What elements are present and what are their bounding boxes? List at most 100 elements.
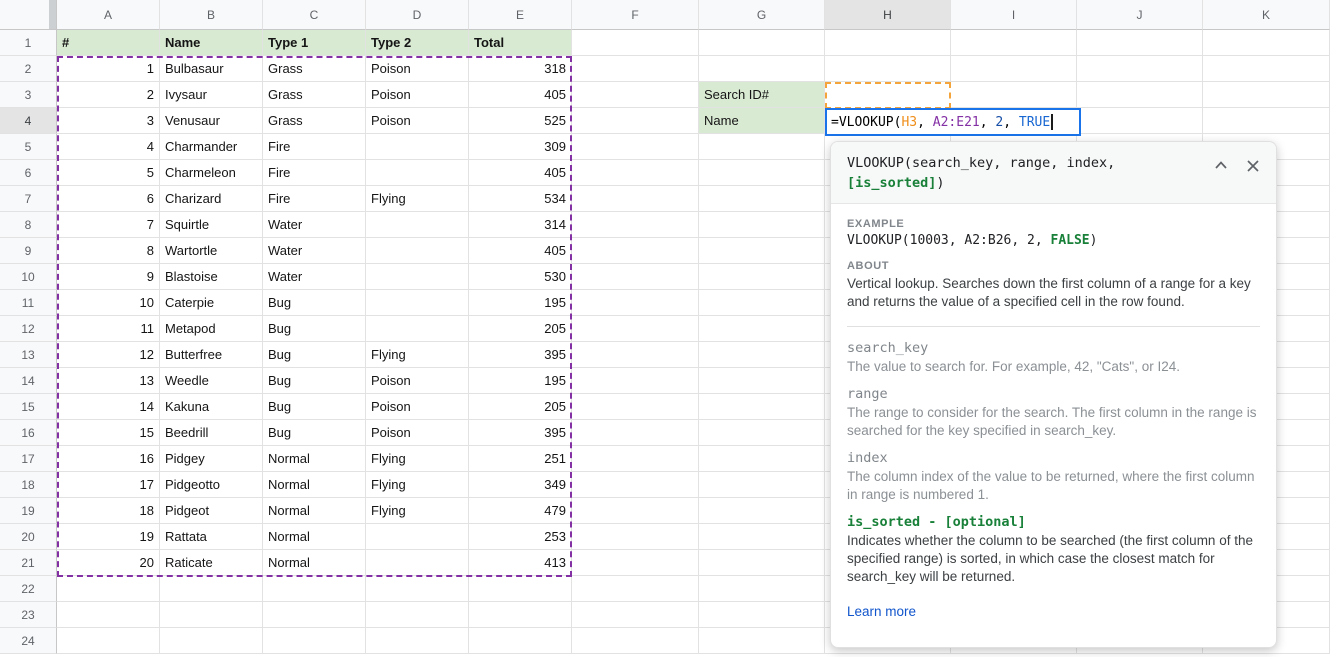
cell-D14[interactable]: Poison (366, 368, 469, 394)
row-header-3[interactable]: 3 (0, 82, 57, 108)
row-header-15[interactable]: 15 (0, 394, 57, 420)
cell-C15[interactable]: Bug (263, 394, 366, 420)
cell-A9[interactable]: 8 (57, 238, 160, 264)
cell-B5[interactable]: Charmander (160, 134, 263, 160)
cell-D18[interactable]: Flying (366, 472, 469, 498)
cell-A2[interactable]: 1 (57, 56, 160, 82)
row-header-14[interactable]: 14 (0, 368, 57, 394)
cell-F22[interactable] (572, 576, 699, 602)
cell-E2[interactable]: 318 (469, 56, 572, 82)
cell-G4[interactable]: Name (699, 108, 825, 134)
cell-B12[interactable]: Metapod (160, 316, 263, 342)
cell-E3[interactable]: 405 (469, 82, 572, 108)
cell-F4[interactable] (572, 108, 699, 134)
cell-F21[interactable] (572, 550, 699, 576)
cell-D1[interactable]: Type 2 (366, 30, 469, 56)
cell-E8[interactable]: 314 (469, 212, 572, 238)
cell-K1[interactable] (1203, 30, 1330, 56)
cell-F9[interactable] (572, 238, 699, 264)
cell-B22[interactable] (160, 576, 263, 602)
cell-B15[interactable]: Kakuna (160, 394, 263, 420)
cell-B16[interactable]: Beedrill (160, 420, 263, 446)
cell-G19[interactable] (699, 498, 825, 524)
cell-C14[interactable]: Bug (263, 368, 366, 394)
cell-G16[interactable] (699, 420, 825, 446)
cell-E14[interactable]: 195 (469, 368, 572, 394)
cell-F17[interactable] (572, 446, 699, 472)
cell-A18[interactable]: 17 (57, 472, 160, 498)
cell-D22[interactable] (366, 576, 469, 602)
row-header-5[interactable]: 5 (0, 134, 57, 160)
column-header-K[interactable]: K (1203, 0, 1330, 30)
cell-H1[interactable] (825, 30, 951, 56)
cell-C10[interactable]: Water (263, 264, 366, 290)
cell-G15[interactable] (699, 394, 825, 420)
cell-B19[interactable]: Pidgeot (160, 498, 263, 524)
cell-A22[interactable] (57, 576, 160, 602)
cell-A10[interactable]: 9 (57, 264, 160, 290)
cell-D20[interactable] (366, 524, 469, 550)
cell-B24[interactable] (160, 628, 263, 654)
cell-F10[interactable] (572, 264, 699, 290)
cell-C17[interactable]: Normal (263, 446, 366, 472)
cell-C7[interactable]: Fire (263, 186, 366, 212)
cell-D23[interactable] (366, 602, 469, 628)
cell-F2[interactable] (572, 56, 699, 82)
cell-D16[interactable]: Poison (366, 420, 469, 446)
cell-G1[interactable] (699, 30, 825, 56)
cell-E21[interactable]: 413 (469, 550, 572, 576)
row-header-20[interactable]: 20 (0, 524, 57, 550)
cell-A6[interactable]: 5 (57, 160, 160, 186)
cell-G20[interactable] (699, 524, 825, 550)
cell-G21[interactable] (699, 550, 825, 576)
cell-E23[interactable] (469, 602, 572, 628)
cell-C12[interactable]: Bug (263, 316, 366, 342)
cell-D11[interactable] (366, 290, 469, 316)
cell-G3[interactable]: Search ID# (699, 82, 825, 108)
cell-D12[interactable] (366, 316, 469, 342)
cell-F8[interactable] (572, 212, 699, 238)
cell-A11[interactable]: 10 (57, 290, 160, 316)
cell-D4[interactable]: Poison (366, 108, 469, 134)
cell-E7[interactable]: 534 (469, 186, 572, 212)
cell-D8[interactable] (366, 212, 469, 238)
cell-A1[interactable]: # (57, 30, 160, 56)
select-all-corner[interactable] (0, 0, 57, 30)
cell-D2[interactable]: Poison (366, 56, 469, 82)
cell-C6[interactable]: Fire (263, 160, 366, 186)
row-header-22[interactable]: 22 (0, 576, 57, 602)
cell-J4[interactable] (1077, 108, 1203, 134)
cell-F1[interactable] (572, 30, 699, 56)
column-header-G[interactable]: G (699, 0, 825, 30)
cell-B13[interactable]: Butterfree (160, 342, 263, 368)
cell-C23[interactable] (263, 602, 366, 628)
cell-F7[interactable] (572, 186, 699, 212)
cell-E16[interactable]: 395 (469, 420, 572, 446)
cell-G24[interactable] (699, 628, 825, 654)
cell-G6[interactable] (699, 160, 825, 186)
cell-A20[interactable]: 19 (57, 524, 160, 550)
cell-G22[interactable] (699, 576, 825, 602)
cell-D19[interactable]: Flying (366, 498, 469, 524)
cell-F3[interactable] (572, 82, 699, 108)
cell-C11[interactable]: Bug (263, 290, 366, 316)
cell-E6[interactable]: 405 (469, 160, 572, 186)
cell-B3[interactable]: Ivysaur (160, 82, 263, 108)
cell-B11[interactable]: Caterpie (160, 290, 263, 316)
cell-C9[interactable]: Water (263, 238, 366, 264)
column-header-B[interactable]: B (160, 0, 263, 30)
row-header-6[interactable]: 6 (0, 160, 57, 186)
cell-B6[interactable]: Charmeleon (160, 160, 263, 186)
column-header-A[interactable]: A (57, 0, 160, 30)
cell-B10[interactable]: Blastoise (160, 264, 263, 290)
cell-B9[interactable]: Wartortle (160, 238, 263, 264)
cell-C1[interactable]: Type 1 (263, 30, 366, 56)
cell-C22[interactable] (263, 576, 366, 602)
cell-E10[interactable]: 530 (469, 264, 572, 290)
cell-D6[interactable] (366, 160, 469, 186)
cell-D3[interactable]: Poison (366, 82, 469, 108)
cell-G23[interactable] (699, 602, 825, 628)
row-header-17[interactable]: 17 (0, 446, 57, 472)
cell-J3[interactable] (1077, 82, 1203, 108)
cell-F11[interactable] (572, 290, 699, 316)
